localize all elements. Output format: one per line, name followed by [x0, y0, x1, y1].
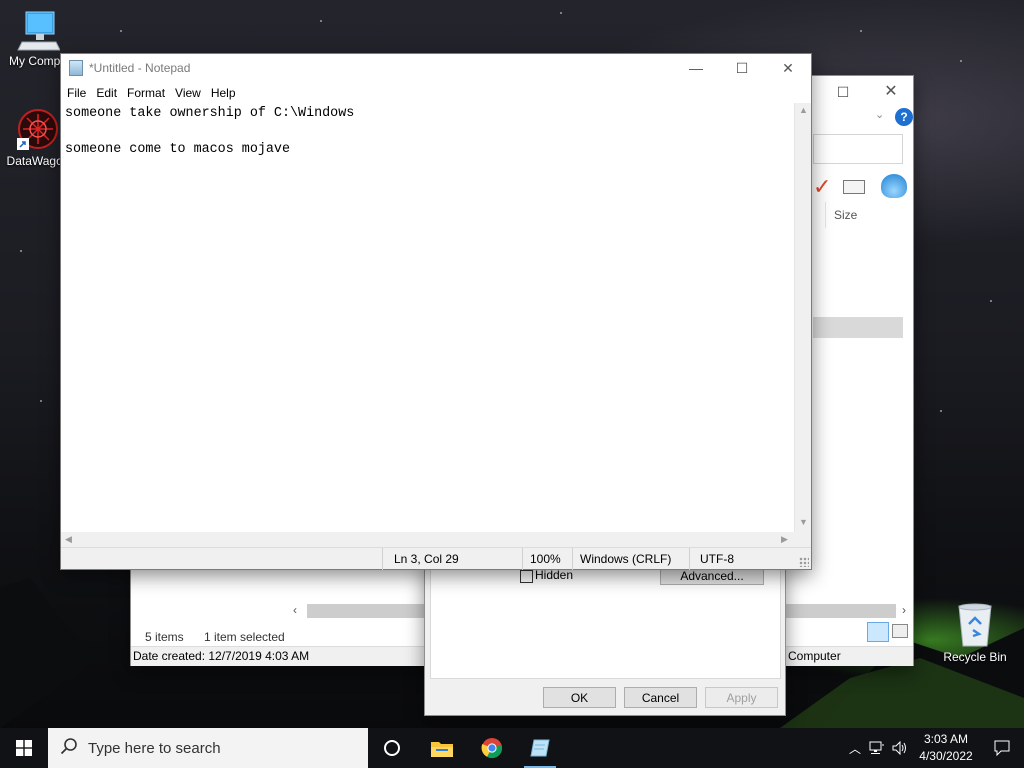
explorer-hscroll-left-arrow[interactable]: ‹	[293, 603, 297, 617]
explorer-maximize-button[interactable]: ☐	[831, 82, 855, 102]
encoding: UTF-8	[689, 548, 795, 570]
menu-file[interactable]: File	[62, 86, 91, 100]
vertical-scrollbar[interactable]: ▲ ▼	[794, 103, 811, 532]
show-hidden-icons-chevron-icon[interactable]: ︿	[844, 740, 866, 757]
date-created: Date created: 12/7/2019 4:03 AM	[133, 649, 310, 663]
datawagon-icon	[15, 106, 61, 152]
items-count: 5 items	[145, 630, 184, 644]
start-button[interactable]	[0, 728, 48, 768]
maximize-button[interactable]: ☐	[719, 54, 765, 82]
search-placeholder: Type here to search	[88, 739, 221, 757]
clock-time: 3:03 AM	[923, 732, 969, 746]
explorer-hscroll-right-arrow[interactable]: ›	[902, 603, 906, 617]
windows-logo-icon	[16, 740, 32, 756]
explorer-close-button[interactable]: ✕	[879, 80, 903, 102]
selected-count: 1 item selected	[204, 630, 285, 644]
file-explorer-taskbar-button[interactable]	[418, 728, 466, 768]
notepad-taskbar-button[interactable]	[516, 728, 564, 768]
chrome-icon	[481, 738, 503, 759]
system-tray: ︿ 3:03 AM 4/30/2022	[844, 728, 1024, 768]
envelope-icon[interactable]	[843, 180, 865, 194]
cancel-button[interactable]: Cancel	[624, 687, 697, 708]
text-line	[65, 123, 791, 141]
column-header-size[interactable]: Size	[825, 202, 907, 228]
scroll-up-arrow-icon[interactable]: ▲	[799, 105, 808, 115]
apply-button[interactable]: Apply	[705, 687, 778, 708]
explorer-hscroll-thumb[interactable]	[307, 604, 425, 618]
volume-icon[interactable]	[888, 741, 912, 755]
text-editor[interactable]: someone take ownership of C:\Windows some…	[61, 103, 795, 584]
notepad-icon	[69, 60, 83, 76]
taskbar: Type here to search ︿ 3:03 AM 4/30/2022	[0, 728, 1024, 768]
window-title: *Untitled - Notepad	[89, 61, 191, 75]
scroll-down-arrow-icon[interactable]: ▼	[799, 517, 808, 527]
menu-edit[interactable]: Edit	[91, 86, 122, 100]
search-icon	[60, 737, 78, 759]
ribbon-expand-chevron-icon[interactable]: ⌄	[875, 108, 884, 121]
task-view-button[interactable]	[368, 728, 416, 768]
computer-label: Computer	[788, 649, 841, 663]
menu-bar: File Edit Format View Help	[61, 82, 811, 103]
shell-icon[interactable]	[881, 174, 907, 198]
folder-icon	[431, 742, 453, 757]
clock-date: 4/30/2022	[919, 749, 973, 763]
zoom-level: 100%	[522, 548, 572, 570]
cursor-position: Ln 3, Col 29	[382, 548, 522, 570]
status-bar: Ln 3, Col 29 100% Windows (CRLF) UTF-8	[61, 547, 811, 570]
large-icons-view-icon[interactable]	[892, 624, 908, 638]
minimize-button[interactable]: —	[673, 54, 719, 82]
notepad-window[interactable]: *Untitled - Notepad — ☐ ✕ File Edit Form…	[60, 53, 812, 570]
scroll-left-arrow-icon[interactable]: ◀	[65, 534, 72, 545]
check-icon[interactable]: ✓	[813, 176, 831, 198]
notepad-title-bar[interactable]: *Untitled - Notepad — ☐ ✕	[61, 54, 811, 82]
explorer-search-box[interactable]	[813, 134, 903, 164]
menu-format[interactable]: Format	[122, 86, 170, 100]
text-line: someone take ownership of C:\Windows	[65, 106, 355, 121]
cortana-circle-icon	[384, 740, 400, 756]
computer-icon	[16, 10, 61, 52]
menu-view[interactable]: View	[170, 86, 206, 100]
close-button[interactable]: ✕	[765, 54, 811, 82]
chrome-taskbar-button[interactable]	[468, 728, 516, 768]
ok-button[interactable]: OK	[543, 687, 616, 708]
text-line: someone come to macos mojave	[65, 142, 290, 157]
desktop-icon-label: Recycle Bin	[943, 650, 1007, 664]
scroll-right-arrow-icon[interactable]: ▶	[781, 534, 788, 545]
selected-row-highlight[interactable]	[813, 317, 903, 338]
desktop-icon-recycle-bin[interactable]: Recycle Bin	[937, 602, 1013, 664]
notifications-icon[interactable]	[980, 740, 1024, 756]
resize-grip-icon[interactable]	[799, 557, 809, 567]
explorer-hscroll-thumb[interactable]	[786, 604, 896, 618]
help-icon[interactable]: ?	[895, 108, 913, 126]
clock[interactable]: 3:03 AM 4/30/2022	[912, 731, 980, 765]
taskbar-search-box[interactable]: Type here to search	[48, 728, 368, 768]
notepad-icon	[530, 739, 550, 757]
line-ending: Windows (CRLF)	[572, 548, 689, 570]
details-view-icon[interactable]	[867, 622, 889, 642]
network-icon[interactable]	[866, 741, 888, 755]
menu-help[interactable]: Help	[206, 86, 241, 100]
recycle-bin-icon	[955, 602, 995, 648]
